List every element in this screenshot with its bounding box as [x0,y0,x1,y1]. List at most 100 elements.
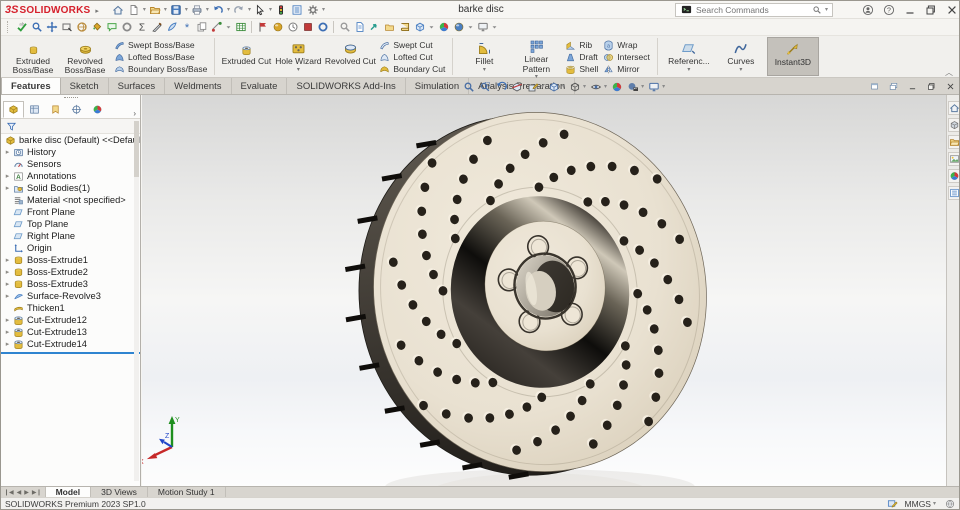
curvature-feather-icon[interactable] [164,20,179,34]
tree-item[interactable]: Right Plane [1,230,140,242]
minimize-icon[interactable] [902,2,917,17]
taskpane-appearances-wheel-icon[interactable] [947,169,959,183]
curves-dropdown-icon[interactable]: ▾ [739,67,742,73]
save-dropdown-icon[interactable]: ▾ [185,6,188,13]
tree-tab-propertymanager[interactable] [24,101,45,118]
intersect-button[interactable]: Intersect [602,51,650,63]
dropdown-icon[interactable] [427,20,436,34]
zoom-fit-icon[interactable] [461,79,476,94]
doctab-motion-study-1[interactable]: Motion Study 1 [148,487,226,497]
draft-button[interactable]: Draft [564,51,598,63]
options-gear-dropdown-icon[interactable]: ▾ [322,6,325,13]
library-book-icon[interactable] [397,20,412,34]
doctab-3d-views[interactable]: 3D Views [91,487,148,497]
taskpane-file-explorer-folder-icon[interactable] [947,135,959,149]
tree-item[interactable]: Sensors [1,158,140,170]
graphics-viewport[interactable]: Y X Z [142,95,946,488]
doc-minimize-icon[interactable] [905,79,920,94]
taskpane-home-icon[interactable] [947,101,959,115]
tree-item[interactable]: Thicken1 [1,302,140,314]
photoview-flag-icon[interactable] [255,20,270,34]
fillet-dropdown-icon[interactable]: ▾ [483,67,486,73]
restore-icon[interactable] [923,2,938,17]
undo-icon[interactable] [211,2,226,17]
tab-weldments[interactable]: Weldments [165,78,232,94]
comment-balloon-icon[interactable] [104,20,119,34]
expand-arrow-icon[interactable]: ▸ [3,172,12,180]
search-dropdown-icon[interactable]: ▾ [825,6,828,13]
world-web-icon[interactable] [74,20,89,34]
recall-ring-icon[interactable] [315,20,330,34]
file-properties-icon[interactable] [290,2,305,17]
rollback-bar[interactable] [1,352,140,354]
tab-scroll-button[interactable]: ❙◀ [3,489,15,496]
command-search[interactable]: ▾ [675,2,833,17]
tree-item-root[interactable]: barke disc (Default) <<Default>_Disp [1,134,140,146]
cube-views-icon[interactable] [412,20,427,34]
tree-tabs-expand-icon[interactable]: › [133,109,136,118]
tree-item[interactable]: ▸ History [1,146,140,158]
select-cursor-icon[interactable] [253,2,268,17]
new-document-dropdown-icon[interactable]: ▾ [143,6,146,13]
units-selector[interactable]: MMGS ▾ [905,499,937,509]
units-dropdown-icon[interactable]: ▾ [933,500,936,507]
extruded-cut-button[interactable]: Extruded Cut [220,37,272,76]
tab-scroll-button[interactable]: ▶❙ [31,489,43,496]
collapse-ribbon-icon[interactable]: ︿ [945,67,953,78]
fillet-button[interactable]: Fillet ▾ [458,37,510,76]
swept-boss-button[interactable]: Swept Boss/Base [113,39,207,51]
curves-button[interactable]: Curves ▾ [715,37,767,76]
tree-tab-featuremanager[interactable] [3,101,24,118]
hide-show-items-dropdown-icon[interactable]: ▾ [604,83,607,90]
expand-arrow-icon[interactable]: ▸ [3,340,12,348]
tree-item[interactable]: ▸ Surface-Revolve3 [1,290,140,302]
tree-scrollbar[interactable] [134,121,139,481]
appearance-bucket-icon[interactable] [89,20,104,34]
copy-pages-icon[interactable] [194,20,209,34]
doc-new-window-icon[interactable] [867,79,882,94]
expand-arrow-icon[interactable]: ▸ [3,292,12,300]
apply-scene-icon[interactable] [625,79,640,94]
revolved-boss-button[interactable]: Revolved Boss/Base [59,37,111,76]
tab-scroll-button[interactable]: ◀ [16,489,23,496]
print-dropdown-icon[interactable]: ▾ [206,6,209,13]
dynamic-annotation-icon[interactable] [525,79,540,94]
wrap-button[interactable]: a Wrap [602,39,650,51]
monitor-viewport-icon[interactable] [475,20,490,34]
abort-render-icon[interactable] [300,20,315,34]
equations-sigma-icon[interactable]: Σ [134,20,149,34]
tab-evaluate[interactable]: Evaluate [232,78,288,94]
dropdown-icon[interactable] [224,20,233,34]
lofted-cut-button[interactable]: Lofted Cut [378,51,445,63]
close-icon[interactable] [944,2,959,17]
tree-item[interactable]: Origin [1,242,140,254]
revolved-cut-button[interactable]: Revolved Cut [324,37,376,76]
swept-cut-button[interactable]: Swept Cut [378,39,445,51]
design-badge-icon[interactable] [119,20,134,34]
hole-wizard-button[interactable]: Hole Wizard ▾ [272,37,324,76]
tree-item[interactable]: Front Plane [1,206,140,218]
search-icon[interactable] [810,2,825,17]
expand-arrow-icon[interactable]: ▸ [3,256,12,264]
spell-check-icon[interactable]: ab [14,20,29,34]
dropdown-icon[interactable] [490,20,499,34]
zoom-tool-icon[interactable] [337,20,352,34]
brake-disc-model[interactable]: Y X Z [142,95,946,488]
doctab-model[interactable]: Model [45,487,92,497]
tree-item[interactable]: ▸ Boss-Extrude1 [1,254,140,266]
note-page-icon[interactable] [352,20,367,34]
tab-scroll-button[interactable]: ▶ [23,489,30,496]
view-orientation-dropdown-icon[interactable]: ▾ [562,83,565,90]
tree-item[interactable]: ▸ Boss-Extrude3 [1,278,140,290]
expand-arrow-icon[interactable]: ▸ [3,280,12,288]
boundary-cut-button[interactable]: Boundary Cut [378,63,445,75]
dropdown-icon[interactable] [466,20,475,34]
open-icon[interactable] [148,2,163,17]
move-entities-icon[interactable] [44,20,59,34]
expand-arrow-icon[interactable]: ▸ [3,268,12,276]
expand-arrow-icon[interactable]: ▸ [3,316,12,324]
taskpane-custom-properties-list-icon[interactable] [947,186,959,200]
expand-arrow-icon[interactable]: ▸ [3,328,12,336]
shell-button[interactable]: Shell [564,63,598,75]
undo-dropdown-icon[interactable]: ▾ [227,6,230,13]
